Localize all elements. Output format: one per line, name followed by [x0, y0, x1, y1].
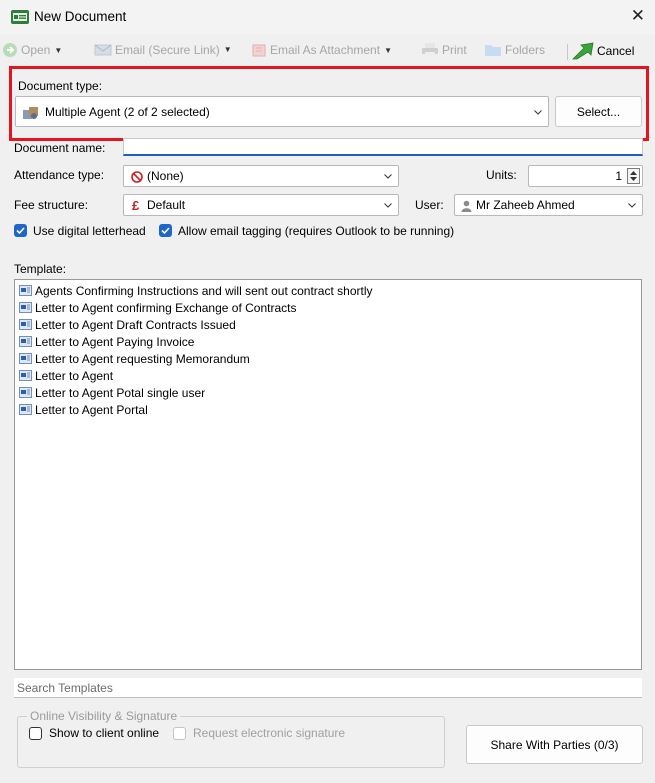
online-visibility-group [17, 716, 445, 768]
chevron-down-icon[interactable] [534, 108, 542, 116]
email-secure-dropdown-icon[interactable]: ▼ [224, 45, 232, 54]
multiple-agent-icon [23, 107, 38, 119]
close-window-button[interactable]: ✕ [631, 6, 645, 26]
document-name-label: Document name: [14, 141, 106, 155]
spin-down-icon[interactable] [630, 177, 637, 182]
digital-letterhead-checkbox[interactable] [14, 224, 27, 237]
list-item[interactable]: Letter to Agent confirming Exchange of C… [19, 299, 296, 316]
show-online-label[interactable]: Show to client online [49, 726, 159, 740]
letter-template-icon [19, 370, 32, 381]
folders-icon [485, 45, 501, 57]
select-button[interactable]: Select... [555, 96, 642, 127]
letter-template-icon [19, 336, 32, 347]
attendance-type-combo[interactable]: (None) [123, 165, 399, 187]
email-attachment-button[interactable]: Email As Attachment ▼ [251, 42, 392, 60]
email-icon [94, 44, 112, 56]
letter-template-icon [19, 404, 32, 415]
search-placeholder: Search Templates [17, 681, 113, 695]
show-online-checkbox[interactable] [29, 727, 42, 740]
units-spin-buttons[interactable] [627, 168, 640, 184]
toolbar-separator [567, 44, 568, 60]
none-icon [131, 171, 143, 183]
checkmark-icon [161, 227, 170, 235]
window-title: New Document [34, 9, 127, 24]
user-value: Mr Zaheeb Ahmed [476, 198, 575, 212]
letter-template-icon [19, 319, 32, 330]
open-dropdown-icon[interactable]: ▼ [54, 46, 62, 55]
attendance-type-label: Attendance type: [14, 168, 105, 182]
units-value: 1 [615, 169, 622, 183]
online-visibility-group-title: Online Visibility & Signature [27, 709, 181, 723]
document-type-label: Document type: [18, 79, 103, 93]
units-label: Units: [486, 168, 517, 182]
email-tagging-label[interactable]: Allow email tagging (requires Outlook to… [178, 224, 454, 238]
email-attachment-dropdown-icon[interactable]: ▼ [384, 46, 392, 55]
letter-template-icon [19, 387, 32, 398]
list-item[interactable]: Letter to Agent Paying Invoice [19, 333, 194, 350]
template-label: Template: [14, 262, 67, 276]
checkmark-icon [16, 227, 25, 235]
letter-template-icon [19, 285, 32, 296]
search-templates-input[interactable]: Search Templates [14, 678, 642, 698]
request-signature-label: Request electronic signature [193, 726, 346, 740]
print-button[interactable]: Print [421, 42, 467, 60]
digital-letterhead-label[interactable]: Use digital letterhead [33, 224, 146, 238]
user-combo[interactable]: Mr Zaheeb Ahmed [454, 194, 643, 216]
toolbar: Open ▼ Email (Secure Link) ▼ Email As Atta… [0, 36, 655, 64]
open-icon [3, 43, 17, 57]
spin-up-icon[interactable] [630, 170, 637, 175]
cancel-button[interactable]: Cancel [572, 42, 634, 60]
list-item[interactable]: Letter to Agent Draft Contracts Issued [19, 316, 236, 333]
list-item[interactable]: Letter to Agent Portal [19, 401, 148, 418]
document-name-input[interactable] [123, 138, 643, 156]
attendance-type-value: (None) [147, 169, 184, 183]
list-item[interactable]: Letter to Agent [19, 367, 113, 384]
folders-button[interactable]: Folders [484, 42, 545, 60]
user-label: User: [415, 198, 444, 212]
fee-structure-value: Default [147, 198, 186, 212]
chevron-down-icon[interactable] [628, 201, 636, 209]
template-list[interactable]: Agents Confirming Instructions and will … [14, 279, 642, 670]
pound-icon: £ [132, 198, 140, 213]
printer-icon [422, 43, 438, 57]
units-stepper[interactable]: 1 [528, 165, 643, 187]
title-bar: New Document ✕ [0, 0, 655, 34]
user-icon [461, 200, 472, 212]
share-with-parties-button[interactable]: Share With Parties (0/3) [466, 725, 643, 764]
list-item[interactable]: Letter to Agent requesting Memorandum [19, 350, 250, 367]
green-arrow-icon [572, 42, 594, 60]
letter-template-icon [19, 302, 32, 313]
chevron-down-icon[interactable] [384, 201, 392, 209]
email-tagging-checkbox[interactable] [159, 224, 172, 237]
fee-structure-combo[interactable]: £ Default [123, 194, 399, 216]
document-type-value: Multiple Agent (2 of 2 selected) [45, 104, 210, 119]
fee-structure-label: Fee structure: [14, 198, 89, 212]
letter-template-icon [19, 353, 32, 364]
email-attachment-icon [252, 44, 266, 57]
app-logo-icon [11, 10, 29, 24]
list-item[interactable]: Letter to Agent Potal single user [19, 384, 205, 401]
chevron-down-icon[interactable] [384, 172, 392, 180]
document-type-combo[interactable]: Multiple Agent (2 of 2 selected) [15, 96, 549, 127]
list-item[interactable]: Agents Confirming Instructions and will … [19, 282, 373, 299]
email-secure-link-button[interactable]: Email (Secure Link) ▼ [94, 42, 232, 60]
request-signature-checkbox[interactable] [173, 727, 186, 740]
open-button[interactable]: Open ▼ [2, 42, 62, 60]
